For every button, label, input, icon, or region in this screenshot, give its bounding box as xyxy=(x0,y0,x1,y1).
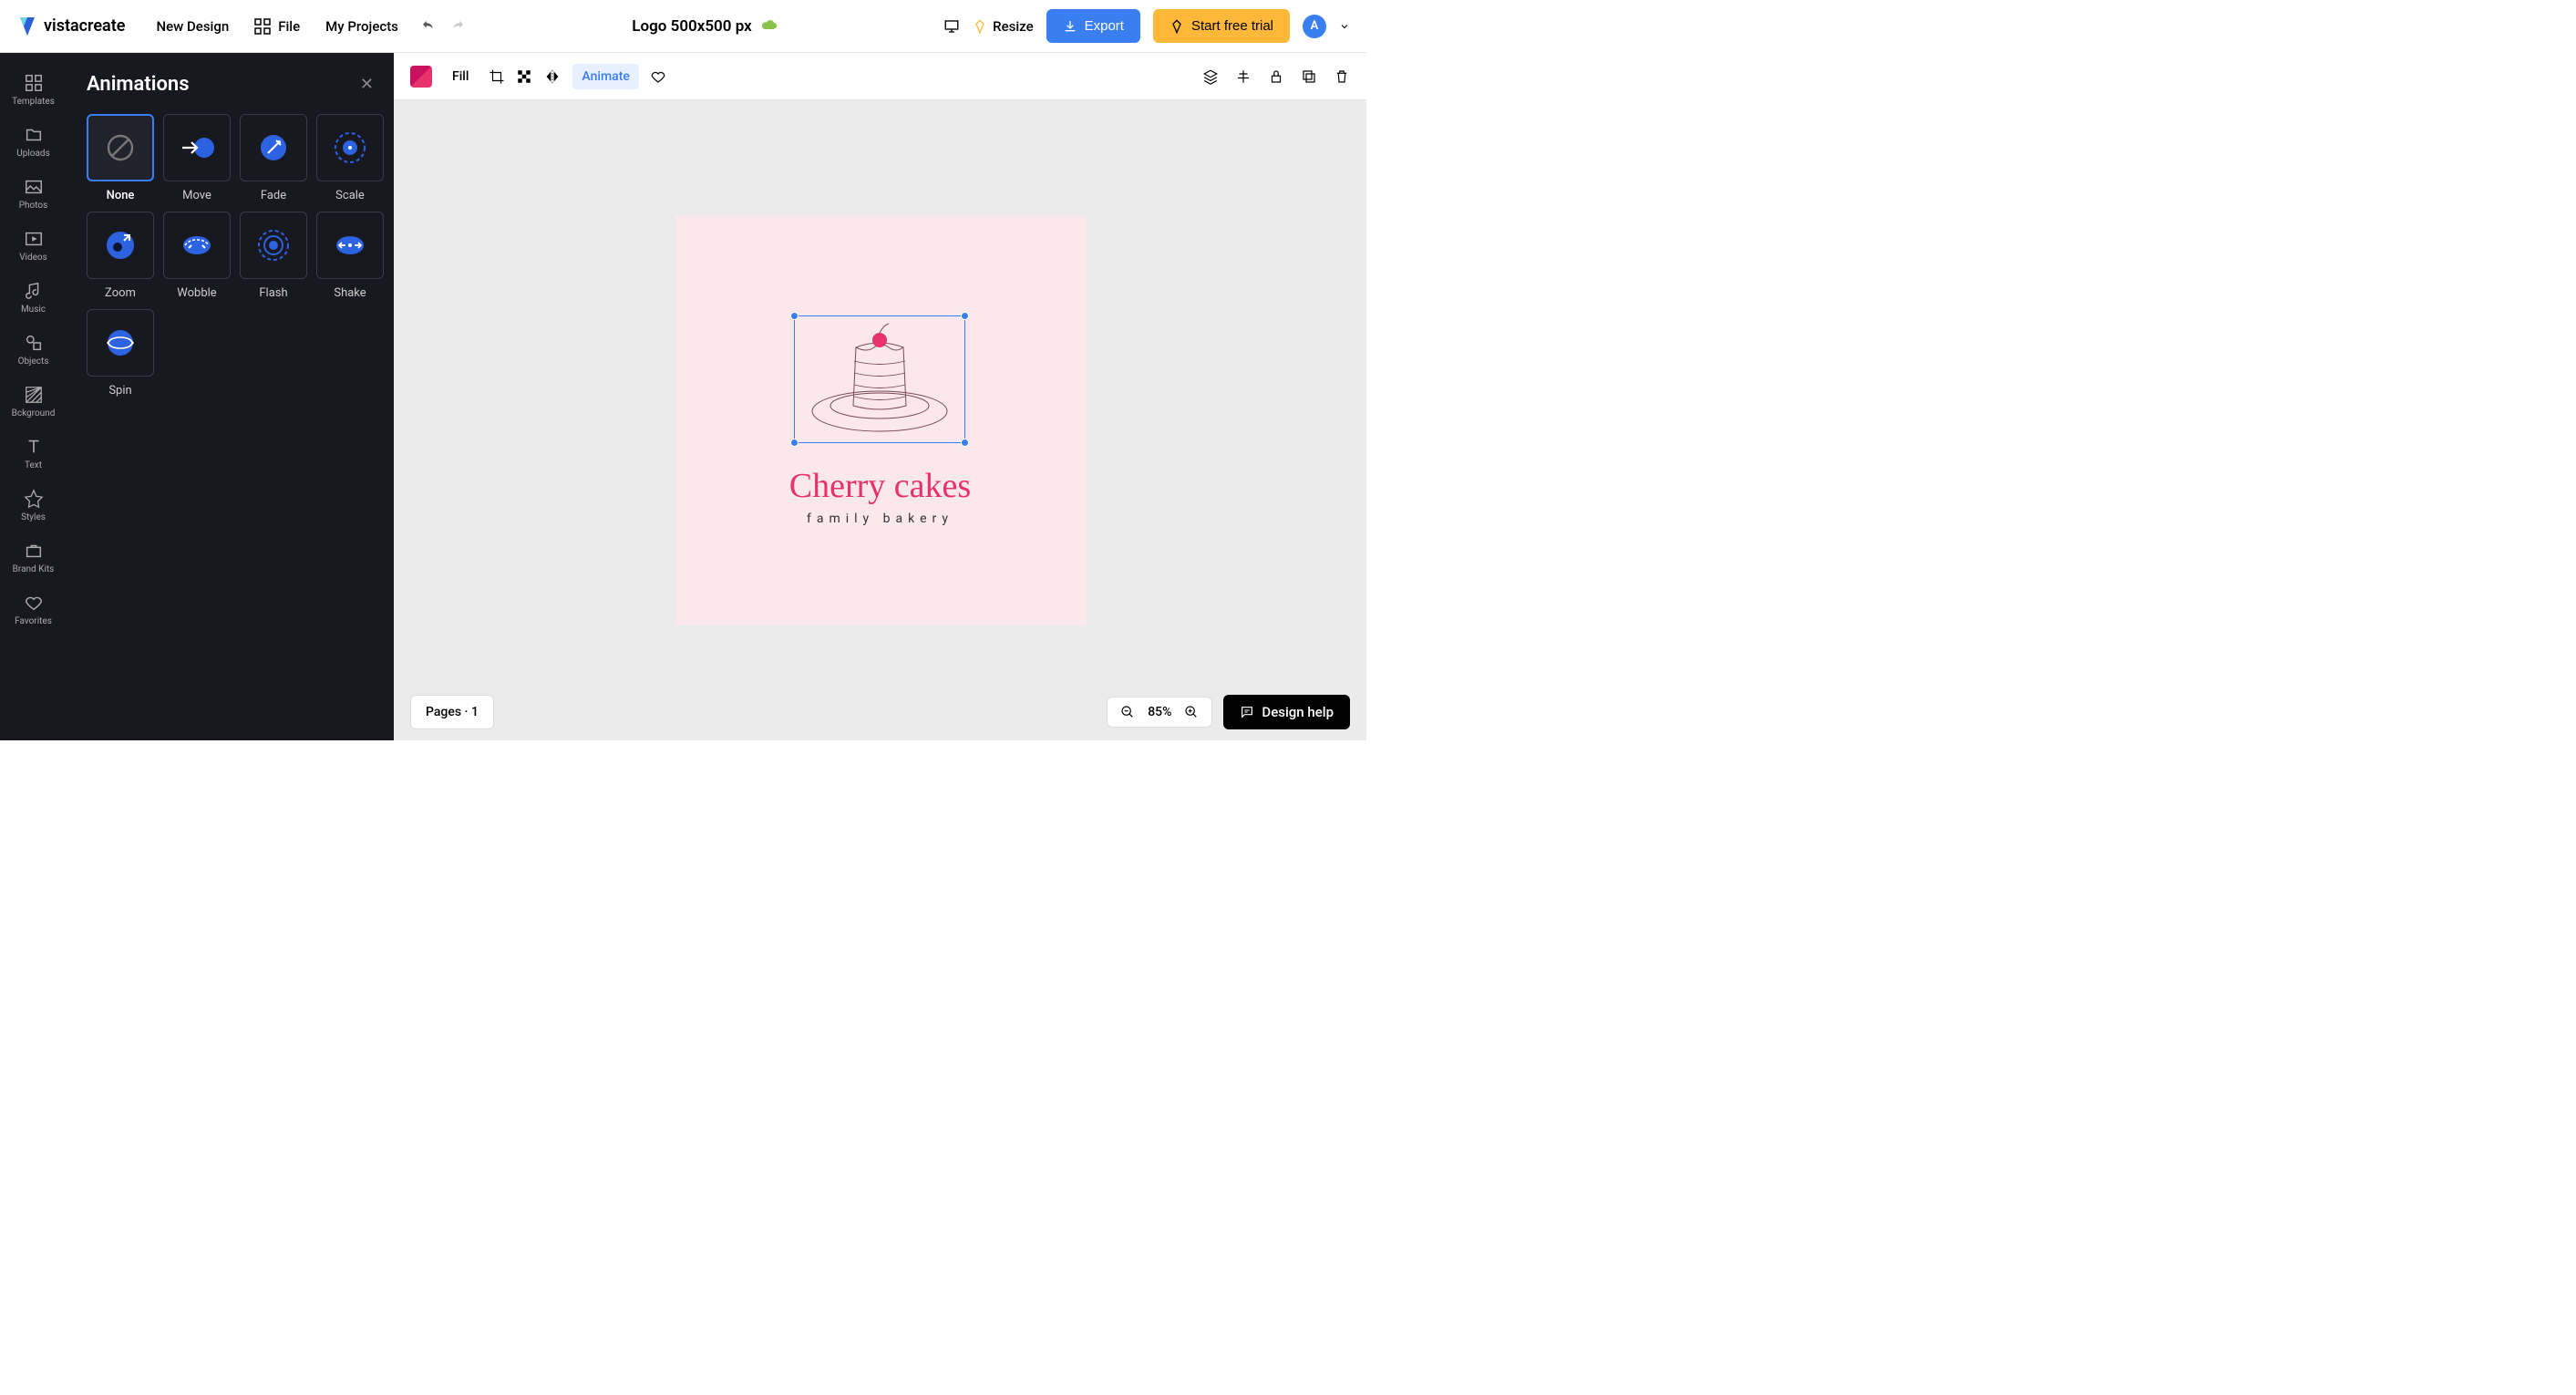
top-header: vistacreate New Design File My Projects … xyxy=(0,0,1366,53)
diamond-icon xyxy=(973,19,987,34)
chevron-down-icon[interactable] xyxy=(1339,21,1350,32)
rail-objects[interactable]: Objects xyxy=(0,326,67,374)
avatar[interactable]: A xyxy=(1303,15,1326,38)
diamond-icon xyxy=(1170,19,1184,34)
context-toolbar: Fill Animate xyxy=(394,53,1366,100)
rail-music[interactable]: Music xyxy=(0,274,67,322)
document-title[interactable]: Logo 500x500 px xyxy=(632,17,751,36)
resize-handle-tr[interactable] xyxy=(961,312,969,320)
canvas-center[interactable]: Cherry cakes family bakery xyxy=(394,100,1366,740)
animate-button[interactable]: Animate xyxy=(572,64,638,89)
anim-flash[interactable]: Flash xyxy=(240,212,307,300)
my-projects-link[interactable]: My Projects xyxy=(313,11,411,42)
logo-text: vistacreate xyxy=(44,16,125,36)
wobble-icon xyxy=(178,233,216,257)
rail-templates[interactable]: Templates xyxy=(0,66,67,114)
fill-color-swatch[interactable] xyxy=(410,66,432,88)
chat-icon xyxy=(1240,705,1254,719)
rail-videos[interactable]: Videos xyxy=(0,222,67,270)
present-icon[interactable] xyxy=(943,18,960,35)
duplicate-icon[interactable] xyxy=(1301,68,1317,85)
anim-move[interactable]: Move xyxy=(163,114,231,202)
resize-label: Resize xyxy=(993,18,1033,35)
zoom-icon xyxy=(104,229,137,262)
resize-handle-bl[interactable] xyxy=(790,439,799,447)
export-label: Export xyxy=(1085,18,1124,34)
transparency-icon[interactable] xyxy=(516,68,532,85)
export-button[interactable]: Export xyxy=(1046,9,1140,43)
undo-icon[interactable] xyxy=(420,18,437,35)
animations-panel: Animations ✕ None Move Fade Scale Zoom W… xyxy=(67,53,394,740)
grid-icon xyxy=(254,18,271,35)
zoom-value[interactable]: 85% xyxy=(1148,705,1171,719)
rail-text[interactable]: Text xyxy=(0,429,67,478)
file-label: File xyxy=(278,18,300,35)
resize-button[interactable]: Resize xyxy=(973,18,1033,35)
move-icon xyxy=(177,135,217,160)
logo-subtitle-text[interactable]: family bakery xyxy=(675,512,1086,526)
rail-photos[interactable]: Photos xyxy=(0,170,67,218)
zoom-out-icon[interactable] xyxy=(1120,705,1135,719)
vistacreate-logo-icon xyxy=(16,16,38,37)
logo[interactable]: vistacreate xyxy=(16,16,125,37)
anim-scale[interactable]: Scale xyxy=(316,114,384,202)
anim-wobble[interactable]: Wobble xyxy=(163,212,231,300)
zoom-in-icon[interactable] xyxy=(1184,705,1199,719)
logo-title-text[interactable]: Cherry cakes xyxy=(675,466,1086,506)
crop-icon[interactable] xyxy=(489,68,505,85)
flash-icon xyxy=(255,227,292,264)
anim-zoom[interactable]: Zoom xyxy=(87,212,154,300)
resize-handle-tl[interactable] xyxy=(790,312,799,320)
design-help-button[interactable]: Design help xyxy=(1223,695,1350,729)
none-icon xyxy=(104,131,137,164)
pages-button[interactable]: Pages · 1 xyxy=(410,695,494,729)
anim-fade[interactable]: Fade xyxy=(240,114,307,202)
help-label: Design help xyxy=(1262,704,1334,720)
selection-box[interactable] xyxy=(794,315,965,443)
delete-icon[interactable] xyxy=(1334,68,1350,85)
layers-icon[interactable] xyxy=(1202,68,1219,85)
cloud-saved-icon xyxy=(761,20,778,33)
panel-title: Animations xyxy=(87,73,190,96)
scale-icon xyxy=(332,129,368,166)
left-rail: Templates Uploads Photos Videos Music Ob… xyxy=(0,53,67,740)
new-design-menu[interactable]: New Design xyxy=(143,11,242,42)
anim-none[interactable]: None xyxy=(87,114,154,202)
rail-background[interactable]: Bckground xyxy=(0,377,67,426)
close-panel-icon[interactable]: ✕ xyxy=(360,75,374,94)
rail-brand-kits[interactable]: Brand Kits xyxy=(0,533,67,582)
rail-styles[interactable]: Styles xyxy=(0,481,67,530)
spin-icon xyxy=(105,327,136,358)
zoom-control: 85% xyxy=(1107,697,1212,728)
heart-icon[interactable] xyxy=(650,68,666,85)
resize-handle-br[interactable] xyxy=(961,439,969,447)
redo-icon[interactable] xyxy=(449,18,466,35)
file-menu[interactable]: File xyxy=(242,11,313,42)
lock-icon[interactable] xyxy=(1268,68,1284,85)
align-icon[interactable] xyxy=(1235,68,1252,85)
canvas-area: Fill Animate xyxy=(394,53,1366,740)
fill-button[interactable]: Fill xyxy=(443,64,478,89)
trial-label: Start free trial xyxy=(1191,18,1273,34)
start-trial-button[interactable]: Start free trial xyxy=(1153,9,1290,43)
shake-icon xyxy=(331,233,369,257)
rail-favorites[interactable]: Favorites xyxy=(0,585,67,634)
anim-shake[interactable]: Shake xyxy=(316,212,384,300)
anim-spin[interactable]: Spin xyxy=(87,309,154,398)
artboard[interactable]: Cherry cakes family bakery xyxy=(675,215,1086,625)
rail-uploads[interactable]: Uploads xyxy=(0,118,67,166)
flip-icon[interactable] xyxy=(543,69,562,84)
fade-icon xyxy=(259,133,288,162)
download-icon xyxy=(1063,19,1077,34)
